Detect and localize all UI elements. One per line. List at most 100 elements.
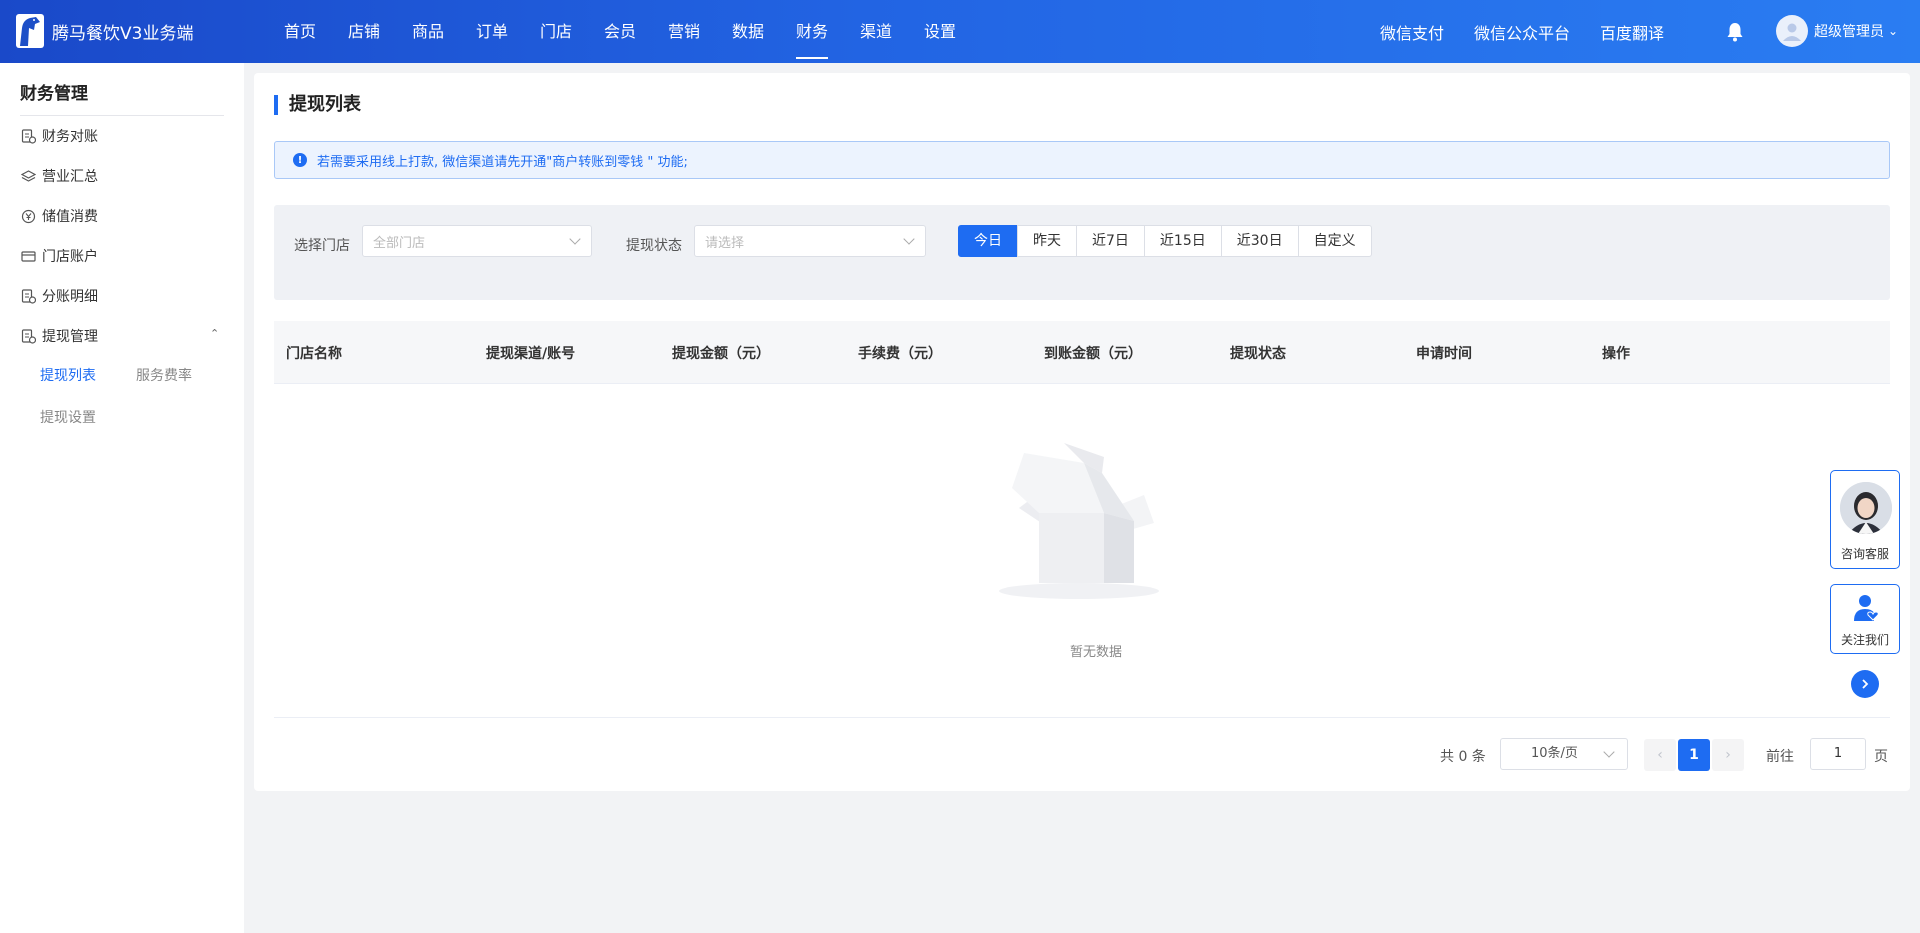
app-title: 腾马餐饮V3业务端 (52, 23, 194, 44)
column-header-store-name: 门店名称 (286, 346, 342, 362)
column-header-channel-account: 提现渠道/账号 (486, 346, 576, 362)
link-wechat-pay[interactable]: 微信支付 (1380, 20, 1444, 44)
nav-item-data[interactable]: 数据 (716, 0, 780, 63)
status-filter-label: 提现状态 (626, 238, 682, 254)
card-icon (20, 248, 36, 264)
chevron-down-icon (1603, 746, 1615, 758)
nav-item-shop[interactable]: 店铺 (332, 0, 396, 63)
table-header: 门店名称 提现渠道/账号 提现金额（元） 手续费（元） 到账金额（元） 提现状态… (274, 321, 1890, 384)
user-name: 超级管理员 (1814, 24, 1884, 40)
nav-item-settings[interactable]: 设置 (908, 0, 972, 63)
sidebar-item-label: 分账明细 (42, 289, 98, 305)
consult-service-widget[interactable]: 咨询客服 (1830, 470, 1900, 569)
empty-text: 暂无数据 (1069, 645, 1122, 660)
sidebar-item-label: 门店账户 (42, 249, 98, 265)
sidebar-divider (20, 115, 224, 116)
column-header-withdraw-amount: 提现金额（元） (672, 346, 770, 362)
sidebar-subitem-withdraw-settings[interactable]: 提现设置 (40, 407, 96, 427)
page-title: 提现列表 (274, 95, 361, 115)
column-header-fee: 手续费（元） (858, 346, 942, 362)
quick-links: 微信支付 微信公众平台 百度翻译 (1380, 0, 1694, 63)
date-7days-button[interactable]: 近7日 (1076, 225, 1145, 257)
filter-panel: 选择门店 全部门店 提现状态 请选择 今日 昨天 近7日 近15日 近30日 自… (274, 205, 1890, 300)
goto-label: 前往 (1766, 749, 1794, 765)
sidebar-item-stored-value[interactable]: 储值消费 (20, 206, 98, 226)
sidebar-item-label: 储值消费 (42, 209, 98, 225)
sidebar-subitem-withdraw-list[interactable]: 提现列表 (40, 365, 96, 385)
total-count: 共 0 条 (1440, 749, 1486, 765)
nav-item-members[interactable]: 会员 (588, 0, 652, 63)
sidebar-item-business-summary[interactable]: 营业汇总 (20, 166, 98, 186)
nav-item-marketing[interactable]: 营销 (652, 0, 716, 63)
yen-circle-icon (20, 208, 36, 224)
horse-logo-icon (16, 14, 44, 48)
chevron-up-icon[interactable]: ⌃ (210, 327, 219, 340)
sidebar: 财务管理 财务对账 营业汇总 储值消费 门店账户 分账明细 提现管理 ⌃ 提现列… (0, 63, 244, 933)
page-number-button[interactable]: 1 (1678, 739, 1710, 771)
main-nav: 首页 店铺 商品 订单 门店 会员 营销 数据 财务 渠道 设置 (268, 0, 972, 63)
sidebar-subitem-service-rate[interactable]: 服务费率 (136, 365, 192, 385)
sidebar-title: 财务管理 (20, 84, 88, 104)
alert-text: 若需要采用线上打款, 微信渠道请先开通"商户转账到零钱 " 功能; (317, 154, 688, 170)
date-today-button[interactable]: 今日 (958, 225, 1018, 257)
page-size-value: 10条/页 (1531, 746, 1578, 761)
follow-label: 关注我们 (1840, 633, 1889, 647)
date-custom-button[interactable]: 自定义 (1297, 225, 1372, 257)
consult-label: 咨询客服 (1840, 547, 1889, 561)
top-bar: 腾马餐饮V3业务端 首页 店铺 商品 订单 门店 会员 营销 数据 财务 渠道 … (0, 0, 1920, 63)
column-header-actions: 操作 (1602, 346, 1630, 362)
layers-icon (20, 168, 36, 184)
store-select-placeholder: 全部门店 (373, 235, 426, 251)
empty-box-icon (994, 433, 1164, 607)
date-range-group: 今日 昨天 近7日 近15日 近30日 自定义 (958, 225, 1372, 257)
store-select[interactable]: 全部门店 (362, 225, 592, 257)
link-wechat-official-platform[interactable]: 微信公众平台 (1474, 20, 1570, 44)
logo[interactable]: 腾马餐饮V3业务端 (16, 14, 193, 48)
bell-icon[interactable] (1726, 22, 1744, 42)
sidebar-item-label: 提现管理 (42, 329, 98, 345)
date-30days-button[interactable]: 近30日 (1220, 225, 1299, 257)
column-header-apply-time: 申请时间 (1416, 346, 1472, 362)
table-divider (274, 717, 1890, 718)
prev-page-button[interactable]: ‹ (1644, 739, 1676, 771)
nav-item-stores[interactable]: 门店 (524, 0, 588, 63)
ledger-icon (20, 288, 36, 304)
nav-item-orders[interactable]: 订单 (460, 0, 524, 63)
chevron-right-icon[interactable] (1851, 670, 1879, 698)
service-agent-avatar (1840, 482, 1892, 534)
follow-us-widget[interactable]: 关注我们 (1830, 584, 1900, 654)
page-size-select[interactable]: 10条/页 (1500, 738, 1628, 770)
store-filter-label: 选择门店 (294, 238, 350, 254)
status-select-placeholder: 请选择 (705, 235, 745, 251)
info-alert: ! 若需要采用线上打款, 微信渠道请先开通"商户转账到零钱 " 功能; (274, 141, 1890, 179)
nav-item-channels[interactable]: 渠道 (844, 0, 908, 63)
sidebar-item-reconciliation[interactable]: 财务对账 (20, 126, 98, 146)
next-page-button[interactable]: › (1712, 739, 1744, 771)
avatar (1776, 15, 1808, 47)
ledger-icon (20, 328, 36, 344)
chevron-down-icon (903, 233, 915, 245)
sidebar-item-store-account[interactable]: 门店账户 (20, 246, 98, 266)
goto-page-input[interactable]: 1 (1810, 738, 1866, 770)
column-header-status: 提现状态 (1230, 346, 1286, 362)
chevron-down-icon (569, 233, 581, 245)
nav-item-goods[interactable]: 商品 (396, 0, 460, 63)
date-15days-button[interactable]: 近15日 (1143, 225, 1222, 257)
nav-item-finance[interactable]: 财务 (780, 0, 844, 63)
link-baidu-translate[interactable]: 百度翻译 (1600, 20, 1664, 44)
sidebar-item-split-details[interactable]: 分账明细 (20, 286, 98, 306)
page-unit-label: 页 (1874, 749, 1888, 765)
sidebar-item-label: 财务对账 (42, 129, 98, 145)
column-header-received-amount: 到账金额（元） (1044, 346, 1142, 362)
info-icon: ! (293, 153, 307, 167)
user-heart-icon (1853, 593, 1881, 627)
status-select[interactable]: 请选择 (694, 225, 926, 257)
user-menu[interactable]: 超级管理员 ⌄ (1776, 15, 1898, 47)
sidebar-item-label: 营业汇总 (42, 169, 98, 185)
chevron-down-icon: ⌄ (1888, 24, 1899, 38)
ledger-icon (20, 128, 36, 144)
sidebar-item-withdraw-management[interactable]: 提现管理 (20, 326, 98, 346)
main-card: 提现列表 ! 若需要采用线上打款, 微信渠道请先开通"商户转账到零钱 " 功能;… (254, 73, 1910, 791)
nav-item-home[interactable]: 首页 (268, 0, 332, 63)
date-yesterday-button[interactable]: 昨天 (1017, 225, 1077, 257)
